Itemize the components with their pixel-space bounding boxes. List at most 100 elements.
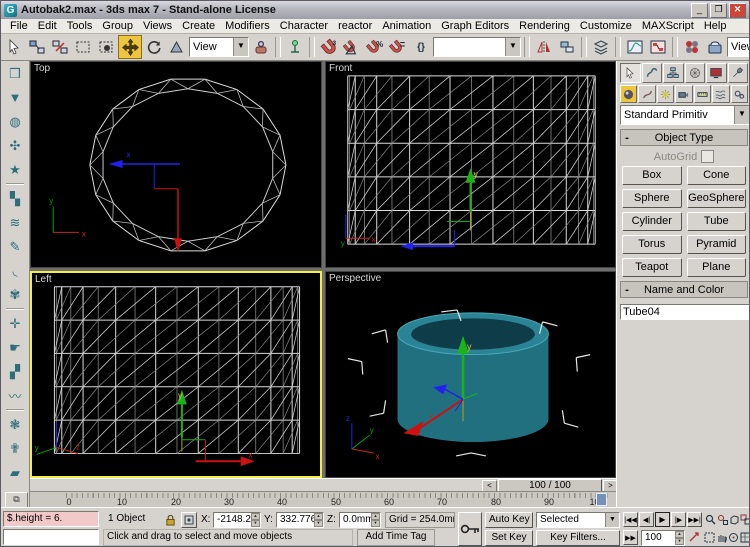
region-zoom-icon[interactable] [703, 530, 715, 545]
track-bar-frame-slider[interactable] [596, 493, 607, 506]
y-spinner[interactable]: ▲▼ [314, 513, 323, 527]
chevron-down-icon[interactable]: ▼ [605, 513, 619, 527]
tab-create[interactable] [620, 63, 641, 83]
maxscript-listener-input[interactable] [3, 529, 99, 545]
teapot-button[interactable]: Teapot [622, 258, 682, 277]
y-coordinate-field[interactable]: 332.776▲▼ [276, 512, 324, 528]
menu-tools[interactable]: Tools [62, 20, 98, 32]
spindle-tool-icon[interactable]: ✣ [4, 135, 26, 156]
add-time-tag-button[interactable]: Add Time Tag [357, 529, 435, 546]
play-animation-button[interactable]: ▶ [655, 512, 670, 527]
toggle-key-mode-key-icon[interactable] [458, 512, 482, 546]
object-name-field[interactable] [620, 304, 750, 320]
category-cameras[interactable] [675, 85, 692, 103]
render-scene-button[interactable] [704, 36, 726, 58]
key-filters-button[interactable]: Key Filters... [536, 530, 620, 546]
knot-tool-icon[interactable]: ❃ [4, 414, 26, 435]
sphere-button[interactable]: Sphere [622, 189, 682, 208]
selection-lock-toggle[interactable] [163, 512, 178, 527]
unlink-selection-button[interactable] [49, 36, 71, 58]
use-pivot-center-button[interactable] [250, 36, 272, 58]
go-to-start-button[interactable]: |◀◀ [623, 512, 638, 527]
menu-maxscript[interactable]: MAXScript [637, 20, 699, 32]
viewport-left-active[interactable]: yx yz Left [30, 271, 322, 478]
tab-modify[interactable] [642, 63, 663, 83]
torus-button[interactable]: Torus [622, 235, 682, 254]
tab-display[interactable] [706, 63, 727, 83]
reference-coordinate-dropdown[interactable]: View ▼ [189, 37, 249, 57]
maxscript-listener-output[interactable]: $.height = 6. [3, 511, 99, 527]
waves-tool-icon[interactable]: 〰 [4, 385, 26, 406]
frame-spinner[interactable]: ▲▼ [675, 531, 684, 545]
figure-tool-icon[interactable]: ✟ [4, 438, 26, 459]
min-max-toggle-icon[interactable] [739, 530, 750, 545]
pivot-tool-icon[interactable]: ✛ [4, 313, 26, 334]
cone-button[interactable]: Cone [687, 166, 747, 185]
viewport-top[interactable]: x yx Top [30, 61, 322, 268]
go-to-end-button[interactable]: ▶▶| [687, 512, 702, 527]
menu-group[interactable]: Group [97, 20, 138, 32]
rectangular-selection-region-button[interactable] [72, 36, 94, 58]
sphere-tool-icon[interactable]: ◍ [4, 111, 26, 132]
pan-hand-icon[interactable] [715, 530, 727, 545]
panel-tool-icon[interactable]: ▞ [4, 361, 26, 382]
category-shapes[interactable] [638, 85, 655, 103]
springs-tool-icon[interactable]: ≋ [4, 212, 26, 233]
geosphere-button[interactable]: GeoSphere [687, 189, 747, 208]
box-button[interactable]: Box [622, 166, 682, 185]
slab-tool-icon[interactable]: ▰ [4, 462, 26, 483]
tab-hierarchy[interactable] [663, 63, 684, 83]
mini-curve-editor-button[interactable]: ⧉ [5, 492, 28, 508]
category-lights[interactable] [657, 85, 674, 103]
select-and-link-button[interactable] [26, 36, 48, 58]
menu-create[interactable]: Create [177, 20, 220, 32]
select-and-move-button[interactable] [118, 35, 142, 59]
zoom-extents-all-icon[interactable] [739, 512, 750, 527]
edit-named-selection-sets-button[interactable]: {} [410, 36, 432, 58]
previous-frame-button[interactable]: ◀| [639, 512, 654, 527]
spinner-snap-toggle-button[interactable] [387, 36, 409, 58]
align-button[interactable] [556, 36, 578, 58]
select-and-rotate-button[interactable] [143, 36, 165, 58]
mirror-button[interactable] [533, 36, 555, 58]
zoom-viewport-icon[interactable] [704, 512, 716, 527]
menu-edit[interactable]: Edit [33, 20, 62, 32]
angle-snap-toggle-button[interactable] [341, 36, 363, 58]
chevron-down-icon[interactable]: ▼ [233, 38, 248, 56]
category-space-warps[interactable] [712, 85, 729, 103]
named-selection-dropdown[interactable]: ▼ [433, 37, 521, 57]
helpers-tab-icon[interactable]: ❒ [4, 63, 26, 84]
key-step-toggle-button[interactable]: ▶▶ [623, 530, 638, 545]
z-spinner[interactable]: ▲▼ [371, 513, 380, 527]
key-filter-scope-dropdown[interactable]: Selected▼ [536, 512, 620, 528]
zoom-all-icon[interactable] [716, 512, 728, 527]
chevron-down-icon[interactable]: ▼ [734, 106, 749, 124]
star-tool-icon[interactable]: ★ [4, 159, 26, 180]
absolute-offset-mode-toggle[interactable] [181, 512, 197, 528]
set-key-button[interactable]: Set Key [485, 530, 533, 546]
menu-customize[interactable]: Customize [575, 20, 637, 32]
x-coordinate-field[interactable]: -2148.28▲▼ [213, 512, 261, 528]
viewport-perspective[interactable]: yx yzx Perspective [325, 271, 616, 478]
time-slider-track[interactable]: < 100 / 100 > [30, 478, 616, 492]
viewport-front[interactable]: y yx Front [325, 61, 616, 268]
snaps-toggle-3d-button[interactable]: 3 [318, 36, 340, 58]
collapse-icon[interactable]: - [621, 284, 633, 296]
name-color-rollout-header[interactable]: - Name and Color [620, 281, 748, 298]
current-frame-field[interactable]: 100▲▼ [641, 530, 685, 546]
restore-button[interactable]: ❐ [710, 3, 727, 18]
menu-animation[interactable]: Animation [377, 20, 436, 32]
key-mode-toggle-icon[interactable] [688, 530, 701, 545]
menu-views[interactable]: Views [138, 20, 177, 32]
next-frame-button[interactable]: |▶ [671, 512, 686, 527]
gear-tool-icon[interactable]: ✾ [4, 284, 26, 305]
autogrid-checkbox[interactable] [701, 150, 714, 163]
x-spinner[interactable]: ▲▼ [251, 513, 260, 527]
cloth-tab-icon[interactable]: ▼ [4, 87, 26, 108]
pen-tool-icon[interactable]: ✎ [4, 236, 26, 257]
layer-manager-button[interactable] [590, 36, 612, 58]
tube-button[interactable]: Tube [687, 212, 747, 231]
checker-tool-icon[interactable]: ▚ [4, 188, 26, 209]
curve-editor-button[interactable] [624, 36, 646, 58]
menu-graph-editors[interactable]: Graph Editors [436, 20, 514, 32]
